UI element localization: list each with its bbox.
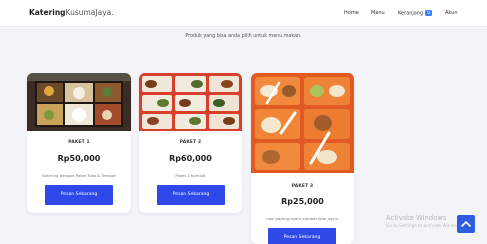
product-image-2 (139, 73, 242, 131)
activate-windows-subtitle: Go to Settings to activate Windows. (386, 224, 463, 229)
product-image-1 (27, 73, 131, 131)
navbar: KateringKusumaJaya. Home Menu Keranjang 0… (0, 0, 487, 27)
product-price-3: Rp25,000 (281, 197, 324, 206)
page-subtitle: Produk yang bisa anda pilih untuk menu m… (185, 34, 302, 39)
product-description-3: nasi goreng,ayam,sambal,telor,sayur (266, 216, 339, 221)
product-title-2: PAKET 2 (179, 140, 202, 145)
brand-name-light: KusumaJaya. (65, 8, 114, 17)
product-card-2: PAKET 2 Rp60,000 Paket 2 Komplit Pesan S… (139, 73, 242, 213)
product-title-1: PAKET 1 (68, 140, 90, 145)
product-price-1: Rp50,000 (57, 154, 101, 163)
product-card-3: PAKET 3 Rp25,000 nasi goreng,ayam,sambal… (251, 73, 354, 244)
product-description-2: Paket 2 Komplit (175, 173, 206, 178)
cart-count-badge: 0 (425, 10, 432, 16)
brand-name-bold: Katering (29, 8, 66, 17)
order-button-2[interactable]: Pesan Sekarang (157, 185, 225, 205)
nav-link-account[interactable]: Akun (445, 10, 458, 16)
order-button-3[interactable]: Pesan Sekarang (268, 228, 336, 244)
chevron-up-icon (461, 221, 471, 227)
scroll-to-top-button[interactable] (457, 215, 475, 233)
nav-link-cart-label: Keranjang (398, 10, 424, 17)
brand-logo[interactable]: KateringKusumaJaya. (29, 8, 114, 17)
nav-link-cart[interactable]: Keranjang 0 (398, 10, 432, 17)
order-button-1[interactable]: Pesan Sekarang (45, 185, 113, 205)
product-card-1: PAKET 1 Rp50,000 Katering dengan Paket T… (27, 73, 131, 213)
product-description-1: Katering dengan Paket Toko & Tempat (42, 173, 116, 178)
nav-link-menu[interactable]: Menu (371, 10, 385, 16)
nav-link-home[interactable]: Home (344, 10, 359, 16)
product-price-2: Rp60,000 (169, 154, 212, 163)
activate-windows-title: Activate Windows (386, 214, 447, 222)
product-image-3 (251, 73, 354, 173)
product-title-3: PAKET 3 (291, 184, 314, 189)
